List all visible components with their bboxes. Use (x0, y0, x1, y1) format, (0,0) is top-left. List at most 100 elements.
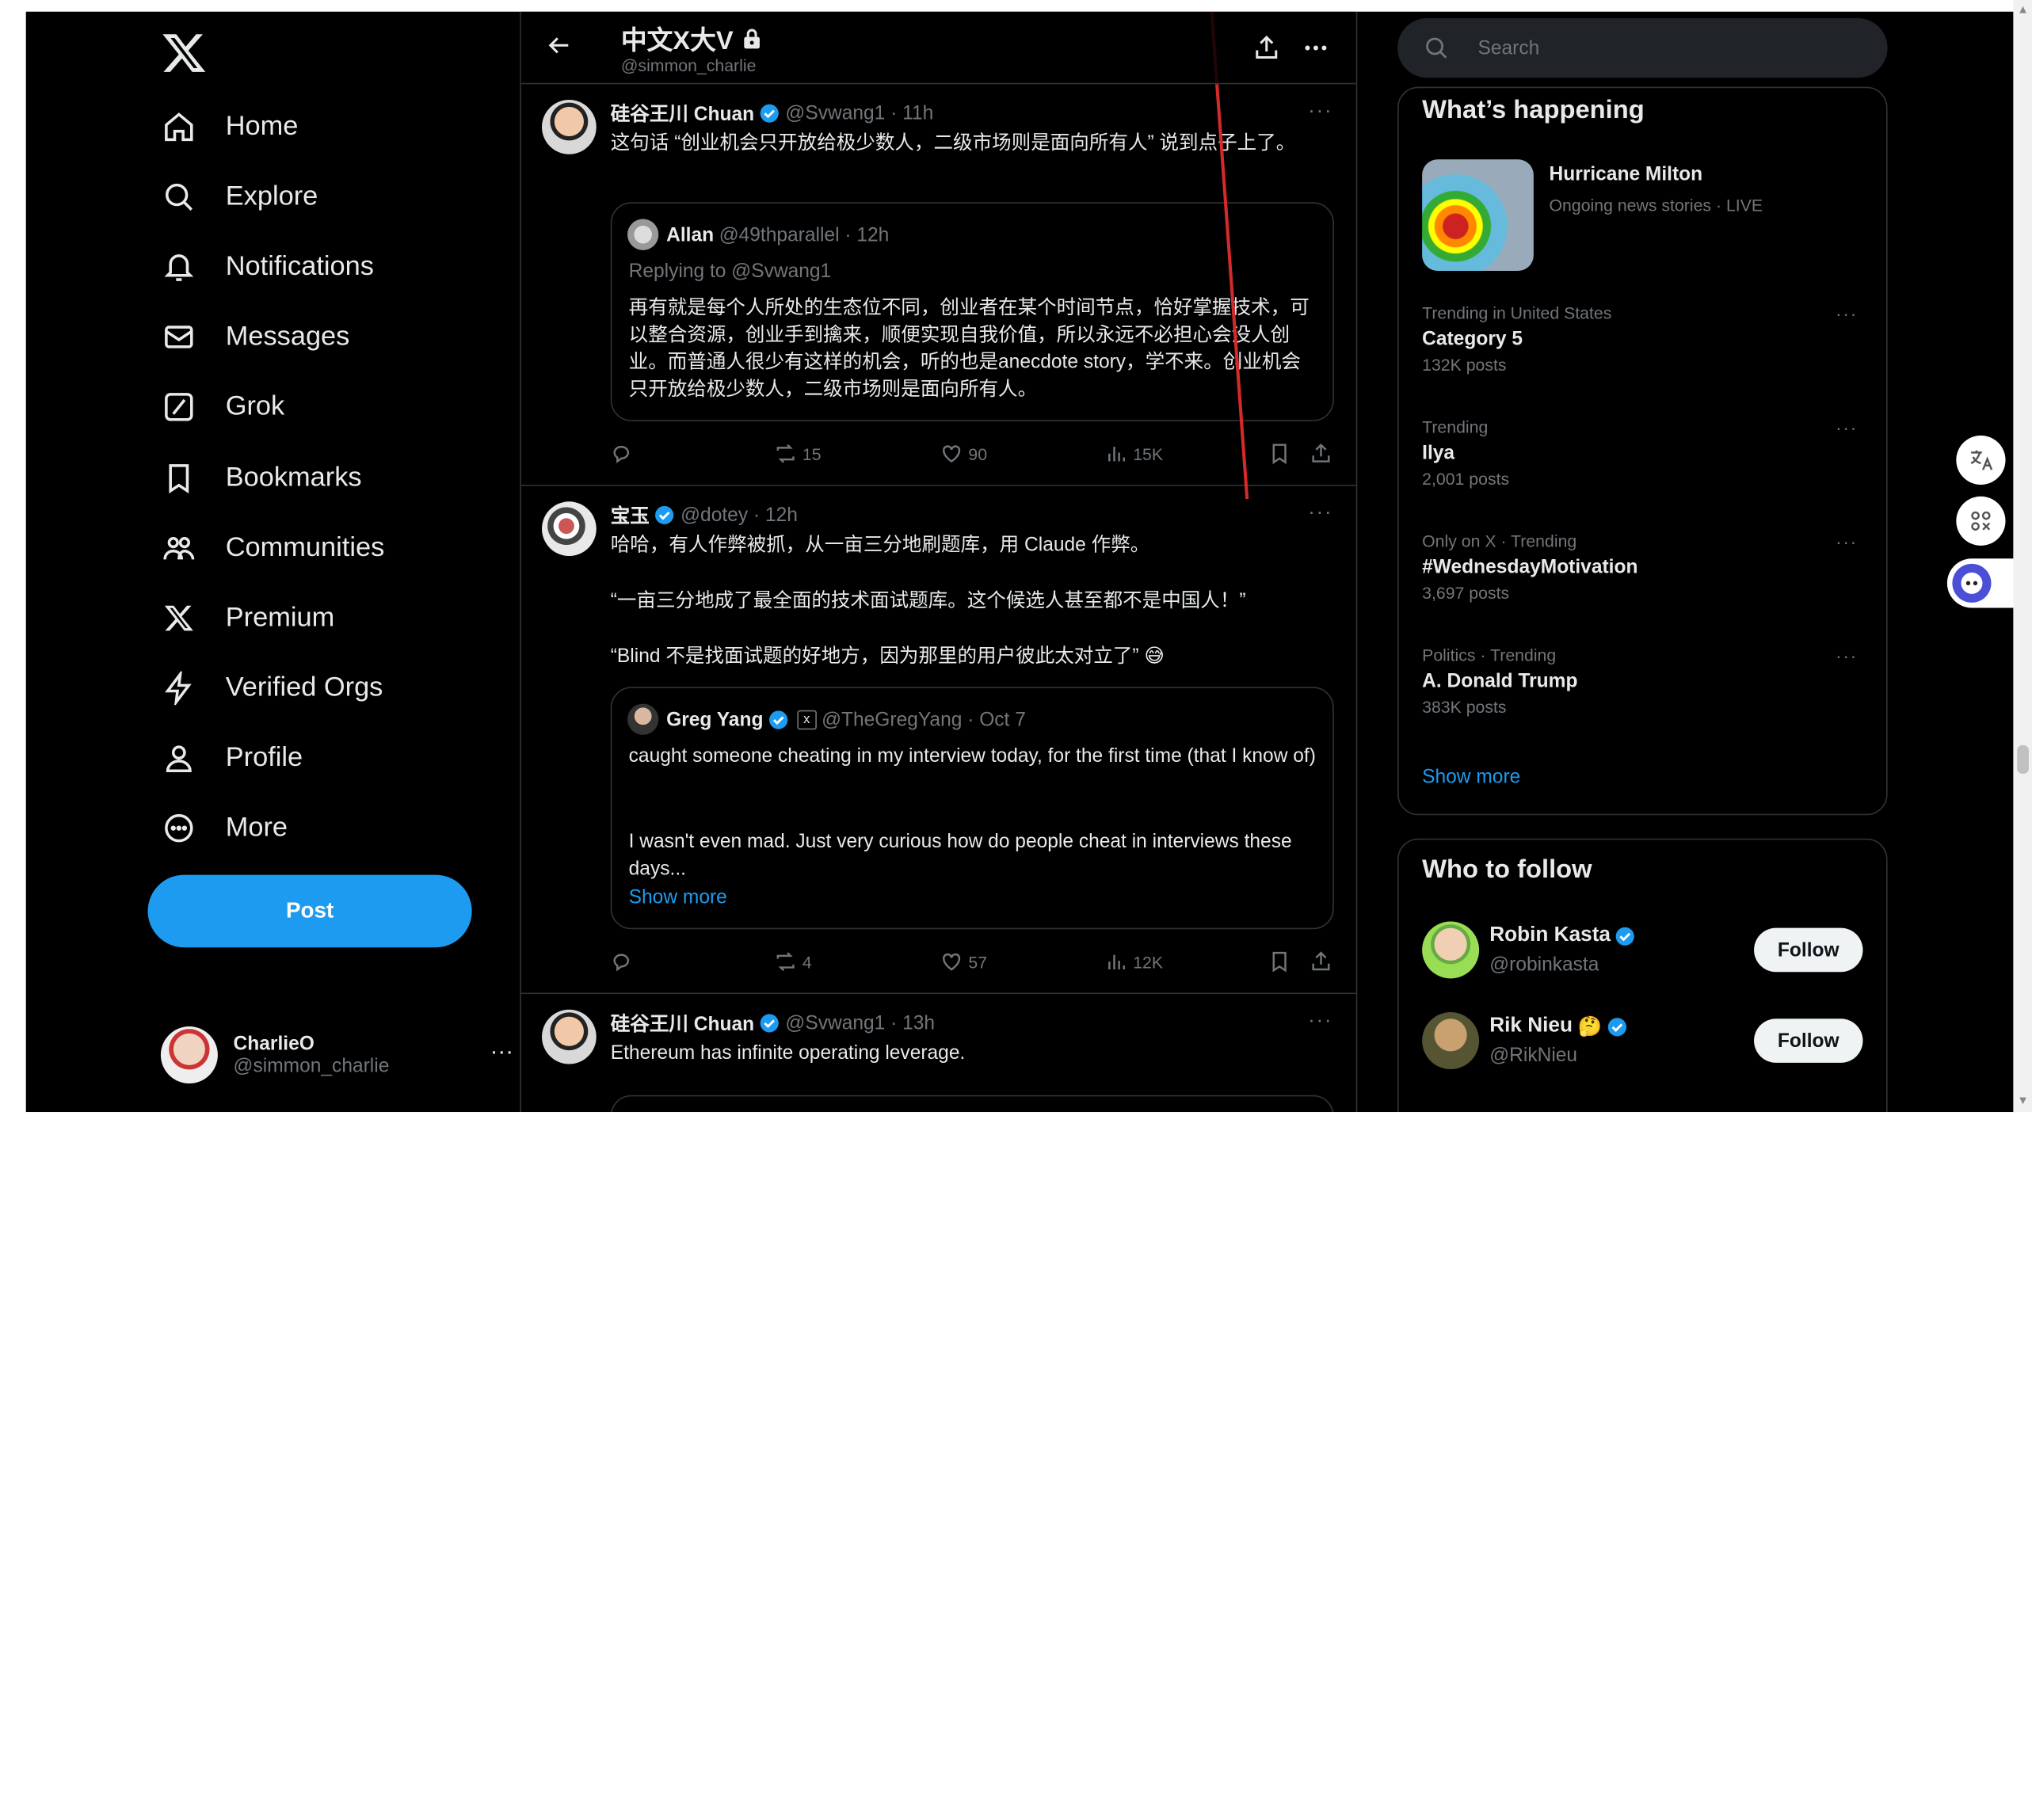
bookmark-icon (1272, 951, 1287, 973)
reply-button[interactable] (611, 947, 634, 976)
like-button[interactable]: 57 (940, 947, 987, 976)
assistant-bot-icon[interactable] (1946, 558, 2015, 608)
page-title-text: 中文X大V (620, 27, 734, 56)
views-button[interactable]: 12K (1104, 947, 1163, 976)
featured-story[interactable]: Hurricane Milton Ongoing news stories · … (1549, 163, 1763, 215)
more-icon[interactable]: ··· (1836, 303, 1858, 324)
avatar[interactable] (542, 1009, 597, 1064)
nav-label: Verified Orgs (225, 672, 383, 702)
trend-item[interactable]: Politics · Trending A. Donald Trump 383K… (1422, 645, 1868, 717)
thinking-emoji-icon: 🤔 (1577, 1015, 1603, 1038)
trend-item[interactable]: Trending Ilya 2,001 posts ··· (1422, 417, 1868, 489)
bookmark-icon (161, 460, 197, 497)
page-scrollbar[interactable]: ▲ ▼ (2013, 0, 2032, 1113)
bookmark-button[interactable] (1268, 947, 1290, 976)
lightning-icon (161, 670, 197, 706)
share-button[interactable] (1310, 440, 1332, 468)
follow-suggestion[interactable]: Rik Nieu 🤔 @RikNieu Follow (1399, 1006, 1886, 1083)
tweet[interactable]: 宝玉 @dotey · 12h ··· 哈哈，有人作弊被抓，从一亩三分地刷题库，… (520, 486, 1356, 995)
author-handle: @TheGregYang · Oct 7 (822, 708, 1026, 731)
account-switcher[interactable]: CharlieO @simmon_charlie ··· (160, 1022, 513, 1087)
quoted-tweet[interactable]: Greg Yang x @TheGregYang · Oct 7 caught … (610, 687, 1334, 930)
tweet[interactable]: 硅谷王川 Chuan @Svwang1 · 13h ··· Ethereum h… (521, 994, 1356, 1113)
views-button[interactable]: 15K (1104, 440, 1163, 468)
more-icon[interactable]: ··· (1836, 645, 1858, 666)
share-icon[interactable] (1252, 34, 1281, 63)
trend-item[interactable]: Trending in United States Category 5 132… (1422, 303, 1868, 375)
quote-text: I wasn't even mad. Just very curious how… (628, 830, 1292, 881)
trend-item[interactable]: Only on X · Trending #WednesdayMotivatio… (1422, 531, 1868, 603)
author-name[interactable]: 硅谷王川 Chuan (611, 100, 754, 127)
nav-more[interactable]: More (161, 800, 288, 857)
tweet-header: 硅谷王川 Chuan @Svwang1 · 13h (611, 1010, 935, 1037)
trend-count: 3,697 posts (1422, 583, 1510, 603)
more-icon[interactable]: ··· (1308, 1010, 1332, 1033)
repost-button[interactable]: 15 (774, 440, 822, 468)
author-name[interactable]: 宝玉 (611, 501, 650, 528)
follow-button[interactable]: Follow (1754, 927, 1863, 973)
verified-badge-icon (760, 104, 779, 123)
like-button[interactable]: 90 (940, 440, 987, 468)
post-button[interactable]: Post (147, 874, 472, 948)
quoted-tweet[interactable] (610, 1095, 1334, 1113)
trend-title: Ilya (1422, 442, 1455, 464)
back-arrow-icon[interactable] (544, 31, 573, 59)
lock-icon (744, 29, 761, 49)
more-icon[interactable]: ··· (1836, 531, 1858, 552)
nav-explore[interactable]: Explore (161, 169, 318, 226)
account-name: CharlieO (233, 1033, 315, 1056)
communities-icon (161, 530, 197, 566)
follow-suggestion[interactable]: Robin Kasta @robinkasta Follow (1399, 915, 1886, 992)
avatar (1422, 1012, 1480, 1070)
views-icon (1108, 954, 1125, 970)
nav-communities[interactable]: Communities (161, 520, 384, 577)
reply-button[interactable] (611, 440, 634, 468)
panel-title: What’s happening (1422, 96, 1645, 125)
quote-header: Allan @49thparallel · 12h (627, 219, 889, 250)
nav-home[interactable]: Home (161, 98, 298, 155)
view-count: 15K (1133, 444, 1164, 464)
translate-icon[interactable] (1956, 435, 2006, 485)
more-icon[interactable]: ··· (1308, 501, 1332, 524)
follow-button[interactable]: Follow (1754, 1019, 1863, 1063)
trend-title: Category 5 (1422, 328, 1523, 350)
more-icon[interactable]: ··· (490, 1038, 513, 1065)
trend-context: Trending (1422, 417, 1489, 437)
heart-icon (943, 445, 961, 463)
search-bar[interactable] (1397, 17, 1888, 78)
page-title: 中文X大V (621, 20, 764, 57)
nav-messages[interactable]: Messages (161, 308, 349, 365)
avatar[interactable] (542, 501, 597, 557)
x-logo-icon (161, 600, 197, 637)
repost-count: 4 (802, 951, 812, 972)
hurricane-thumbnail[interactable] (1422, 159, 1534, 272)
nav-premium[interactable]: Premium (161, 590, 334, 647)
show-more-link[interactable]: Show more (1422, 766, 1520, 788)
trend-title: #WednesdayMotivation (1422, 556, 1638, 578)
author-name[interactable]: 硅谷王川 Chuan (611, 1010, 754, 1037)
red-annotation-line (1210, 11, 1249, 500)
nav-profile[interactable]: Profile (161, 729, 303, 786)
share-button[interactable] (1310, 947, 1332, 976)
more-icon[interactable]: ··· (1836, 417, 1858, 438)
nav-notifications[interactable]: Notifications (161, 238, 374, 295)
more-icon[interactable]: ··· (1308, 100, 1332, 123)
search-icon (1426, 37, 1447, 59)
replying-to: Replying to @Svwang1 (628, 260, 832, 283)
verified-badge-icon (655, 505, 674, 525)
trend-title: A. Donald Trump (1422, 670, 1578, 692)
show-more-link[interactable]: Show more (629, 884, 1316, 911)
nav-label: Grok (225, 391, 285, 421)
repost-icon (776, 444, 795, 463)
nav-grok[interactable]: Grok (161, 379, 284, 436)
left-sidebar: Home Explore Notifications Messages Grok… (26, 12, 520, 1112)
extension-icon[interactable] (1956, 496, 2006, 546)
scrollbar-thumb[interactable] (2017, 744, 2029, 774)
repost-button[interactable]: 4 (774, 947, 812, 976)
x-logo-icon[interactable] (161, 30, 208, 77)
nav-bookmarks[interactable]: Bookmarks (161, 450, 362, 507)
more-icon[interactable] (1302, 34, 1330, 63)
avatar[interactable] (542, 100, 597, 154)
nav-verified-orgs[interactable]: Verified Orgs (161, 660, 383, 717)
search-input[interactable] (1477, 36, 1841, 59)
